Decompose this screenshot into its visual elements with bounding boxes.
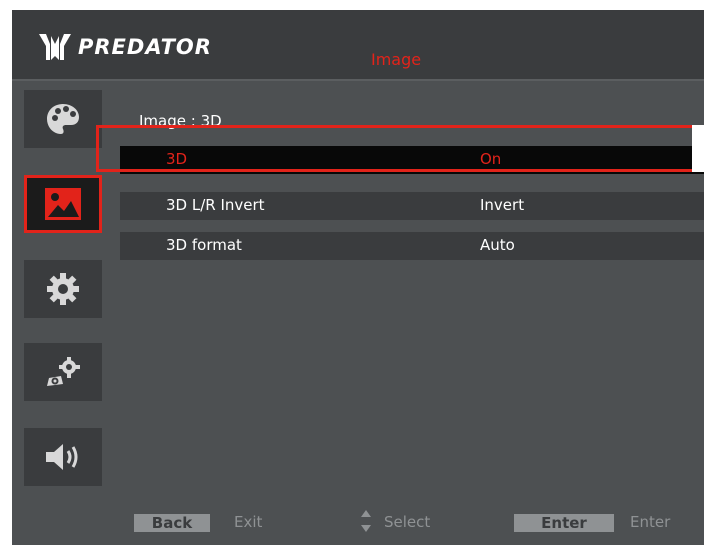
sidebar-item-settings[interactable] [24,260,102,318]
back-hint-label: Exit [234,513,263,531]
selection-highlight [96,125,700,172]
option-value: Invert [480,196,525,214]
option-label: 3D L/R Invert [166,196,265,214]
option-row-3d-format[interactable]: 3D format Auto [120,232,704,260]
gear-icon [47,273,79,305]
enter-hint-label: Enter [630,513,671,531]
option-label: 3D format [166,236,242,254]
enter-key[interactable]: Enter [514,514,614,532]
option-value: Auto [480,236,515,254]
speaker-icon [46,444,78,470]
select-hint-label: Select [384,513,431,531]
sidebar-item-advanced-settings[interactable] [24,343,102,401]
image-icon [45,188,81,220]
brand-logo: PREDATOR [38,32,212,62]
header-bar: PREDATOR Image [12,10,704,79]
menu-title: Image [371,50,422,69]
sidebar-item-image[interactable] [24,175,102,233]
sidebar-item-audio[interactable] [24,428,102,486]
osd-menu: PREDATOR Image Image: 3D 3D On 3D L/R I… [12,10,704,545]
brand-wordmark: PREDATOR [78,35,212,59]
right-edge-mask [692,125,704,172]
advanced-settings-icon [47,357,80,386]
back-key[interactable]: Back [134,514,210,532]
palette-icon [47,104,79,134]
predator-logo-icon [39,34,71,60]
sidebar-item-palette[interactable] [24,90,102,148]
header-divider [12,79,704,81]
up-down-arrow-icon [361,510,371,532]
option-row-3d-lr-invert[interactable]: 3D L/R Invert Invert [120,192,704,220]
